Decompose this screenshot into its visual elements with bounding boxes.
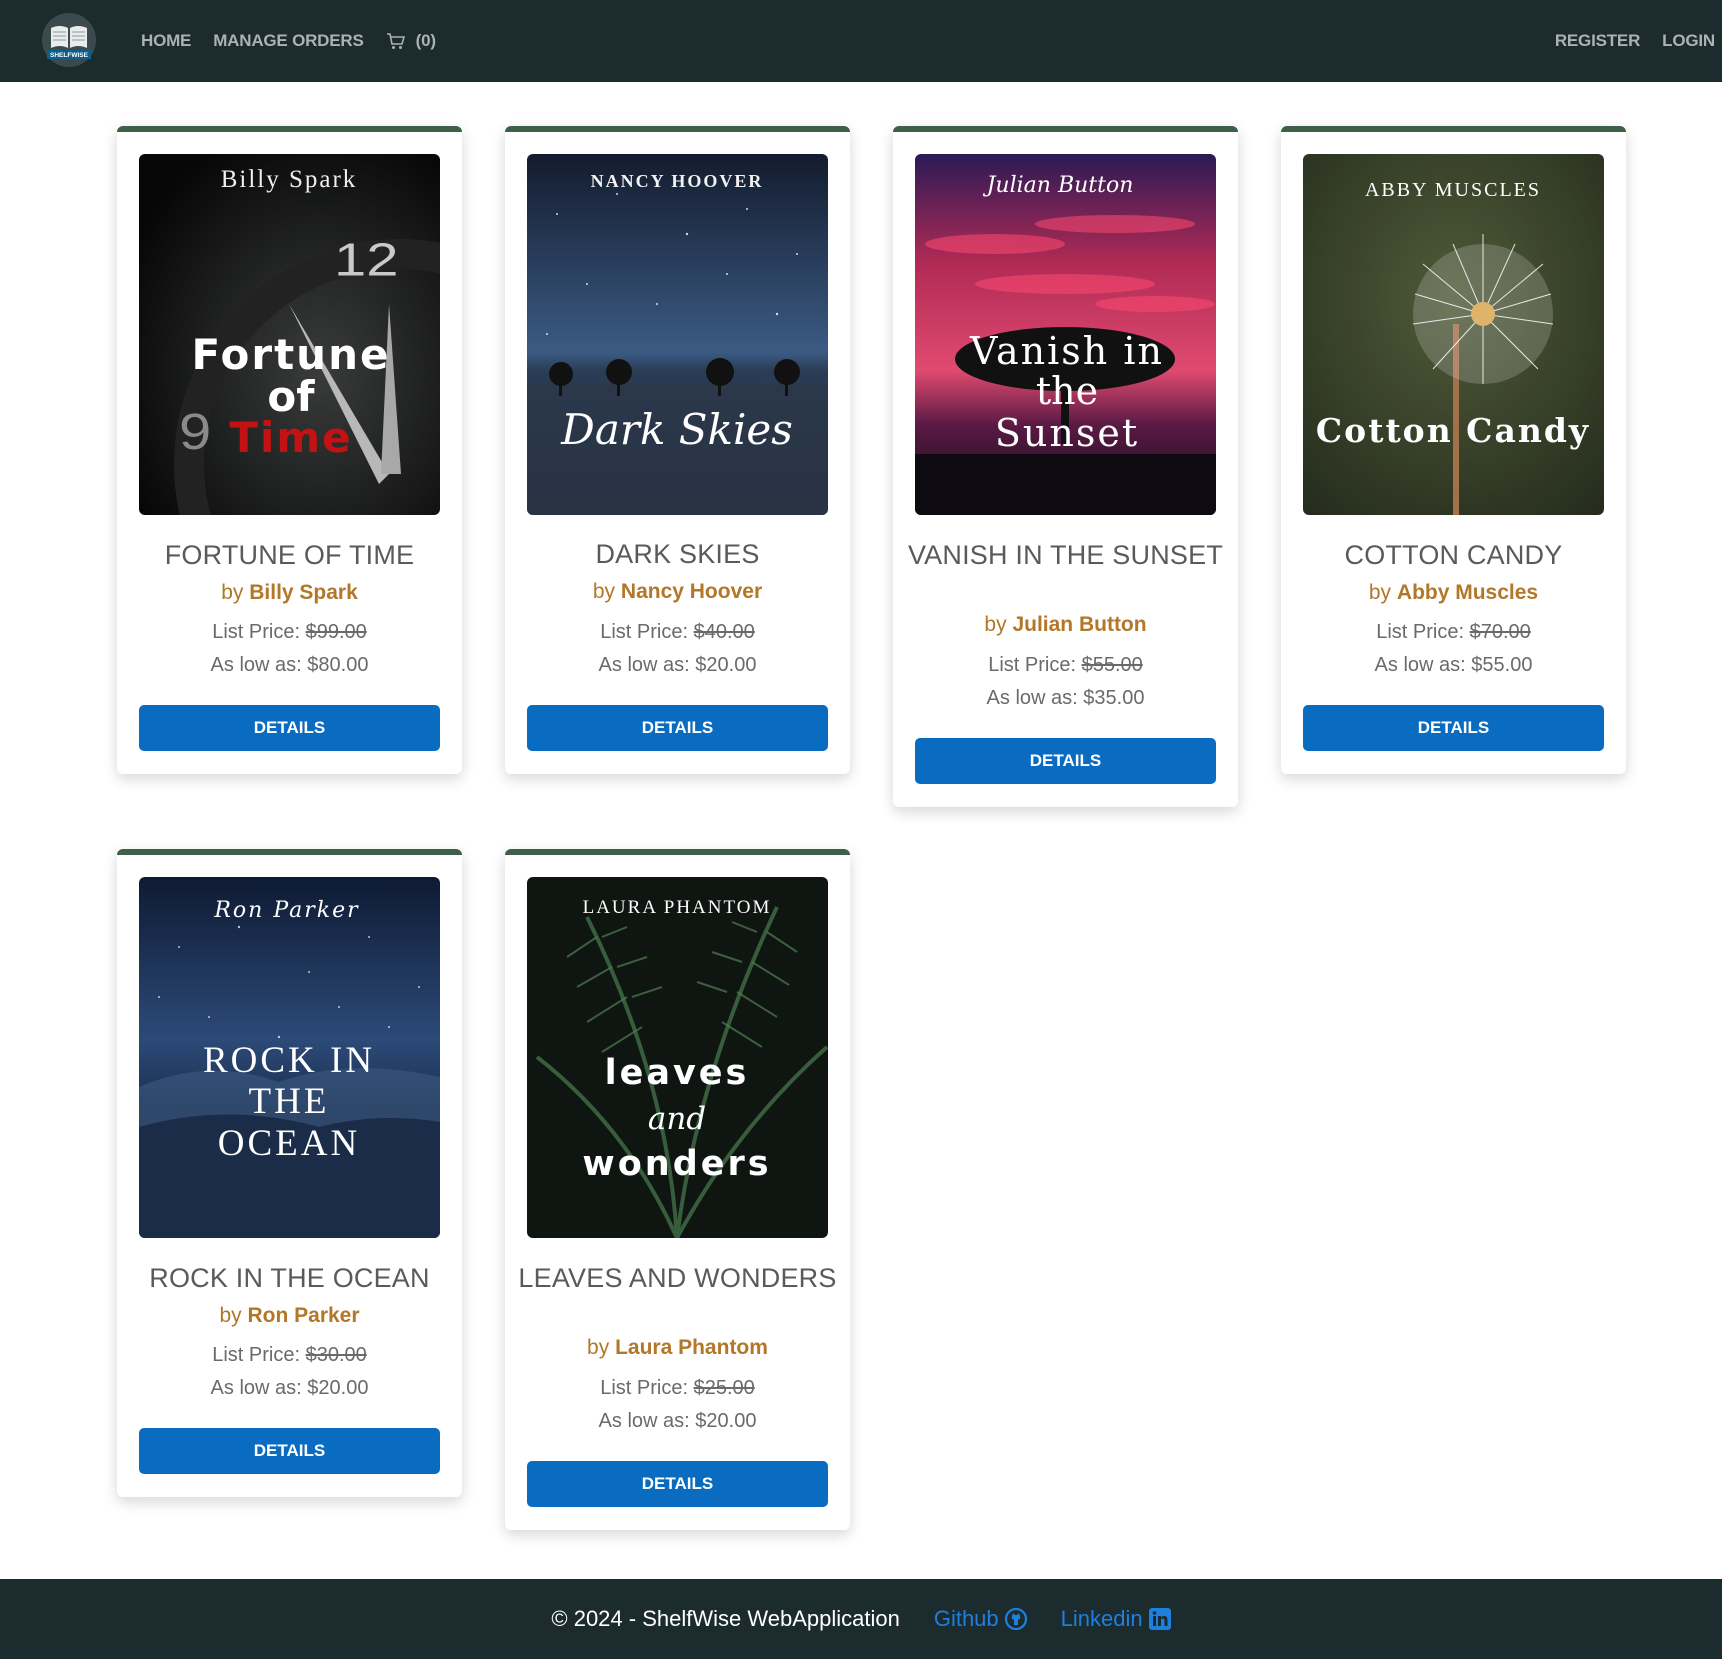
product-author: by Ron Parker xyxy=(219,1304,360,1327)
details-button[interactable]: DETAILS xyxy=(527,1461,828,1507)
svg-text:Ron Parker: Ron Parker xyxy=(213,898,359,923)
svg-text:12: 12 xyxy=(334,234,399,286)
svg-text:SHELFWISE: SHELFWISE xyxy=(50,52,89,59)
book-cover-image[interactable]: LAURA PHANTOM leaves and wonders xyxy=(527,877,828,1238)
low-price: As low as: $80.00 xyxy=(210,654,369,676)
svg-text:Time: Time xyxy=(229,413,352,462)
list-price: List Price: $55.00 xyxy=(988,654,1143,676)
svg-text:Dark Skies: Dark Skies xyxy=(560,405,793,454)
book-cover-image[interactable]: Ron Parker ROCK IN THE OCEAN xyxy=(139,877,440,1238)
product-author: by Nancy Hoover xyxy=(592,580,763,603)
book-cover-image[interactable]: ABBY MUSCLES Cotton Candy xyxy=(1303,154,1604,515)
product-card: NANCY HOOVER Dark Skies DARK SKIES by Na… xyxy=(505,126,850,774)
product-title: LEAVES AND WONDERS xyxy=(518,1263,837,1293)
product-title: VANISH IN THE SUNSET xyxy=(907,540,1224,570)
footer: © 2024 - ShelfWise WebApplication Github… xyxy=(0,1579,1722,1659)
product-title: ROCK IN THE OCEAN xyxy=(149,1263,430,1293)
copyright-text: © 2024 - ShelfWise WebApplication xyxy=(551,1606,900,1631)
svg-text:ABBY MUSCLES: ABBY MUSCLES xyxy=(1365,179,1541,201)
nav-home[interactable]: HOME xyxy=(141,31,191,51)
details-button[interactable]: DETAILS xyxy=(915,738,1216,784)
svg-text:LAURA PHANTOM: LAURA PHANTOM xyxy=(583,897,772,918)
low-price: As low as: $20.00 xyxy=(598,654,757,676)
list-price: List Price: $25.00 xyxy=(600,1377,755,1399)
details-button[interactable]: DETAILS xyxy=(527,705,828,751)
product-card: Ron Parker ROCK IN THE OCEAN ROCK IN THE… xyxy=(117,849,462,1497)
nav-register[interactable]: REGISTER xyxy=(1555,31,1641,51)
svg-text:ROCK IN: ROCK IN xyxy=(203,1040,375,1081)
svg-text:THE: THE xyxy=(249,1081,330,1122)
list-price: List Price: $70.00 xyxy=(1376,621,1531,643)
product-author: by Abby Muscles xyxy=(1368,581,1539,604)
svg-text:leaves: leaves xyxy=(605,1053,750,1093)
product-card: LAURA PHANTOM leaves and wonders LEAVES … xyxy=(505,849,850,1530)
low-price: As low as: $20.00 xyxy=(598,1410,757,1432)
linkedin-icon xyxy=(1148,1608,1171,1630)
svg-text:Julian Button: Julian Button xyxy=(983,173,1134,198)
product-title: DARK SKIES xyxy=(595,539,760,569)
svg-text:Sunset: Sunset xyxy=(995,411,1139,455)
github-link[interactable]: Github xyxy=(934,1606,1027,1632)
svg-text:wonders: wonders xyxy=(582,1144,771,1184)
book-cover-image[interactable]: NANCY HOOVER Dark Skies xyxy=(527,154,828,515)
product-author: by Julian Button xyxy=(984,613,1147,636)
product-title: COTTON CANDY xyxy=(1344,540,1563,570)
book-cover-image[interactable]: Julian Button Vanish in the Sunset xyxy=(915,154,1216,515)
navbar: SHELFWISE HOME MANAGE ORDERS (0) REGISTE… xyxy=(0,0,1722,82)
low-price: As low as: $55.00 xyxy=(1374,654,1533,676)
svg-text:and: and xyxy=(648,1101,706,1137)
list-price: List Price: $99.00 xyxy=(212,621,367,643)
svg-text:Vanish in: Vanish in xyxy=(969,329,1164,373)
book-cover-image[interactable]: 12 9 Billy Spark Fortune of Time xyxy=(139,154,440,515)
low-price: As low as: $20.00 xyxy=(210,1377,369,1399)
details-button[interactable]: DETAILS xyxy=(1303,705,1604,751)
svg-text:9: 9 xyxy=(179,403,211,460)
nav-manage-orders[interactable]: MANAGE ORDERS xyxy=(213,31,364,51)
brand-logo[interactable]: SHELFWISE xyxy=(38,10,100,70)
list-price: List Price: $40.00 xyxy=(600,621,755,643)
product-card: 12 9 Billy Spark Fortune of Time FORTUNE… xyxy=(117,126,462,774)
product-author: by Billy Spark xyxy=(221,581,358,604)
product-card: ABBY MUSCLES Cotton Candy COTTON CANDY b… xyxy=(1281,126,1626,774)
list-price: List Price: $30.00 xyxy=(212,1344,367,1366)
product-card: Julian Button Vanish in the Sunset VANIS… xyxy=(893,126,1238,807)
cart-icon xyxy=(386,33,405,49)
github-icon xyxy=(1004,1608,1027,1630)
details-button[interactable]: DETAILS xyxy=(139,1428,440,1474)
svg-text:Cotton Candy: Cotton Candy xyxy=(1316,411,1590,450)
low-price: As low as: $35.00 xyxy=(986,687,1145,709)
book-logo-icon: SHELFWISE xyxy=(42,13,96,67)
svg-text:the: the xyxy=(1036,369,1098,413)
linkedin-link[interactable]: Linkedin xyxy=(1061,1606,1171,1632)
product-title: FORTUNE OF TIME xyxy=(164,540,415,570)
svg-text:NANCY HOOVER: NANCY HOOVER xyxy=(591,171,764,191)
svg-text:OCEAN: OCEAN xyxy=(218,1123,360,1164)
nav-cart[interactable]: (0) xyxy=(386,31,436,51)
nav-login[interactable]: LOGIN xyxy=(1662,31,1715,51)
cart-count: (0) xyxy=(415,31,436,50)
svg-text:Billy Spark: Billy Spark xyxy=(221,166,358,193)
details-button[interactable]: DETAILS xyxy=(139,705,440,751)
product-author: by Laura Phantom xyxy=(587,1336,768,1359)
